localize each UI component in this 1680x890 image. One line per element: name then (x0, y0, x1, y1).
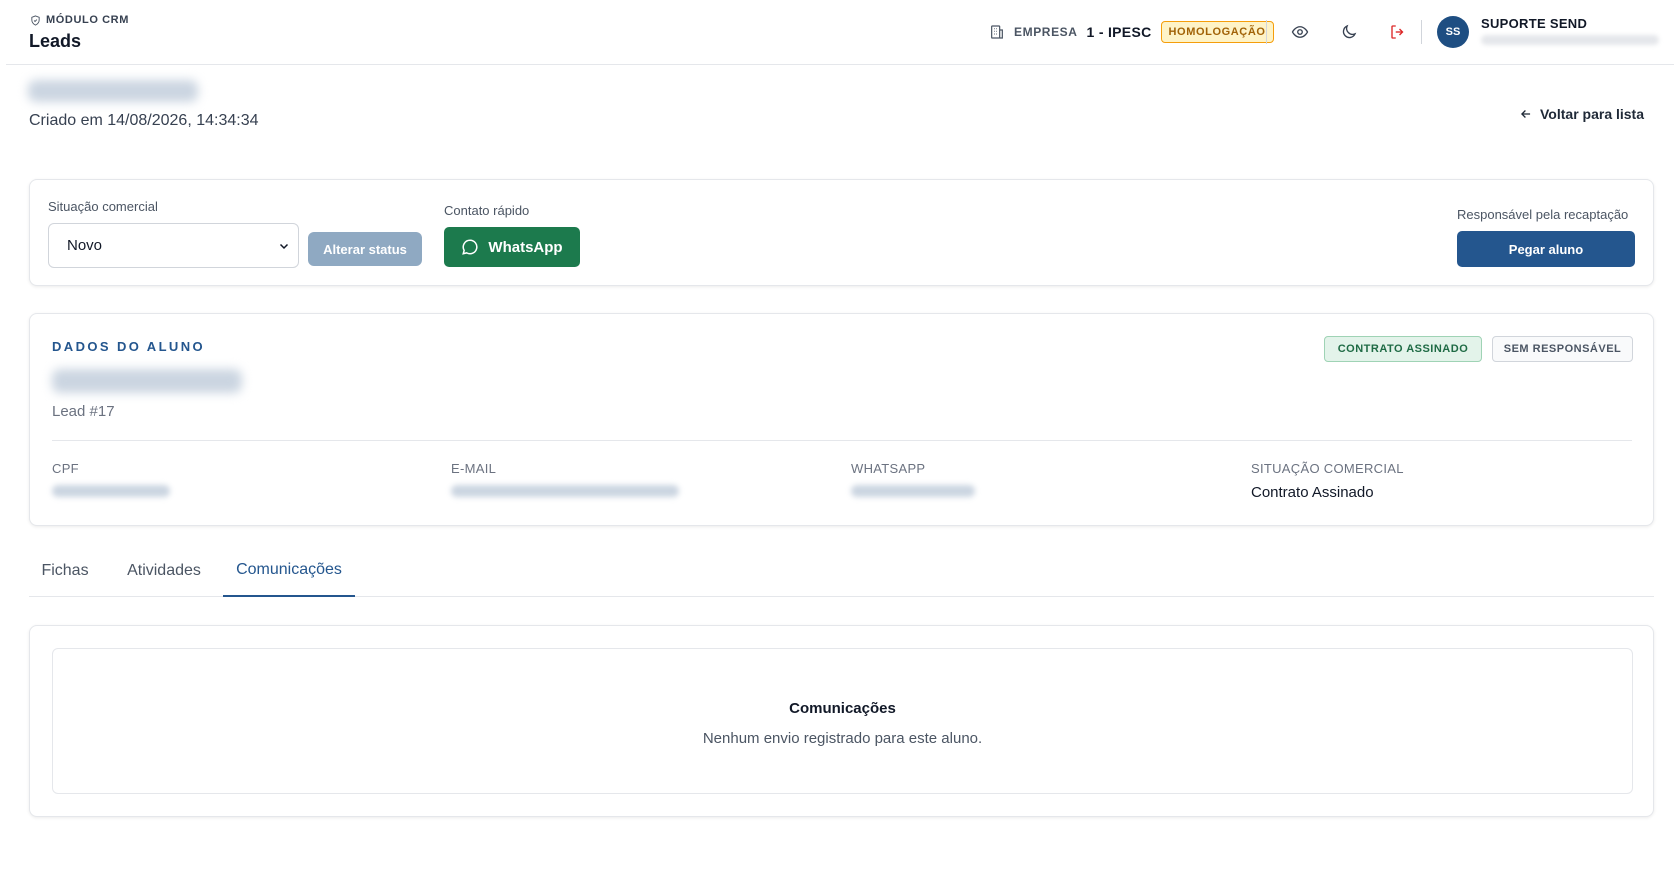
module-label: MÓDULO CRM (30, 14, 129, 26)
header-divider (1266, 20, 1267, 44)
chevron-down-icon (279, 243, 289, 249)
whatsapp-button-label: WhatsApp (488, 238, 563, 256)
section-title: DADOS DO ALUNO (52, 339, 206, 354)
tab-comunicacoes[interactable]: Comunicações (223, 545, 355, 597)
take-student-button[interactable]: Pegar aluno (1457, 231, 1635, 267)
email-label: E-MAIL (451, 461, 497, 476)
communications-card: Comunicações Nenhum envio registrado par… (29, 625, 1654, 817)
commercial-status-label: SITUAÇÃO COMERCIAL (1251, 461, 1404, 476)
eye-icon (1291, 26, 1309, 38)
email-value-redacted (451, 485, 679, 497)
module-text: MÓDULO CRM (46, 14, 129, 26)
company-label: EMPRESA (1014, 25, 1078, 39)
arrow-left-icon (1521, 110, 1531, 118)
lead-name-redacted (28, 80, 198, 102)
status-select-value: Novo (67, 237, 103, 254)
tab-fichas[interactable]: Fichas (29, 545, 101, 597)
top-bar: MÓDULO CRM Leads EMPRESA 1 - IPESC HOMOL… (6, 0, 1674, 65)
divider (52, 440, 1632, 441)
company-selector[interactable]: EMPRESA 1 - IPESC HOMOLOGAÇÃO (989, 20, 1274, 44)
header-divider (1421, 20, 1422, 44)
change-status-button[interactable]: Alterar status (308, 232, 422, 266)
lead-id: Lead #17 (52, 403, 115, 420)
commercial-status-value: Contrato Assinado (1251, 484, 1374, 501)
chat-bubble-icon (462, 239, 478, 255)
logout-icon (1391, 25, 1404, 39)
tab-atividades[interactable]: Atividades (115, 545, 213, 597)
cpf-label: CPF (52, 461, 79, 476)
user-email-redacted (1481, 35, 1659, 45)
empty-state: Comunicações Nenhum envio registrado par… (52, 648, 1633, 794)
status-badge-responsible: SEM RESPONSÁVEL (1492, 336, 1633, 362)
cpf-value-redacted (52, 485, 170, 497)
status-badge-contract: CONTRATO ASSINADO (1324, 336, 1482, 362)
created-at: Criado em 14/08/2026, 14:34:34 (29, 112, 259, 129)
theme-toggle-button[interactable] (1337, 20, 1361, 44)
page-title: Leads (29, 31, 82, 51)
whatsapp-value-redacted (851, 485, 975, 497)
tab-bar: Fichas Atividades Comunicações (29, 545, 1654, 597)
quick-contact-label: Contato rápido (444, 203, 530, 218)
shield-icon (31, 14, 40, 26)
moon-icon (1342, 24, 1357, 39)
avatar[interactable]: SS (1437, 16, 1469, 48)
empty-state-title: Comunicações (789, 700, 896, 717)
student-name-redacted (52, 369, 242, 393)
logout-button[interactable] (1386, 20, 1410, 44)
status-select[interactable]: Novo (48, 223, 299, 268)
actions-card: Situação comercial Novo Alterar status C… (29, 179, 1654, 286)
student-data-card: DADOS DO ALUNO Lead #17 CONTRATO ASSINAD… (29, 313, 1654, 526)
company-value: 1 - IPESC (1086, 24, 1152, 40)
environment-badge: HOMOLOGAÇÃO (1160, 21, 1274, 43)
back-link-label: Voltar para lista (1540, 106, 1645, 122)
status-field-label: Situação comercial (48, 199, 158, 214)
visibility-toggle-button[interactable] (1288, 20, 1312, 44)
whatsapp-label: WHATSAPP (851, 461, 926, 476)
whatsapp-button[interactable]: WhatsApp (444, 227, 580, 267)
user-name: SUPORTE SEND (1481, 16, 1588, 31)
building-icon (991, 25, 1003, 39)
responsible-label: Responsável pela recaptação (1457, 207, 1629, 222)
empty-state-message: Nenhum envio registrado para este aluno. (702, 730, 983, 747)
back-to-list-link[interactable]: Voltar para lista (1519, 106, 1644, 122)
